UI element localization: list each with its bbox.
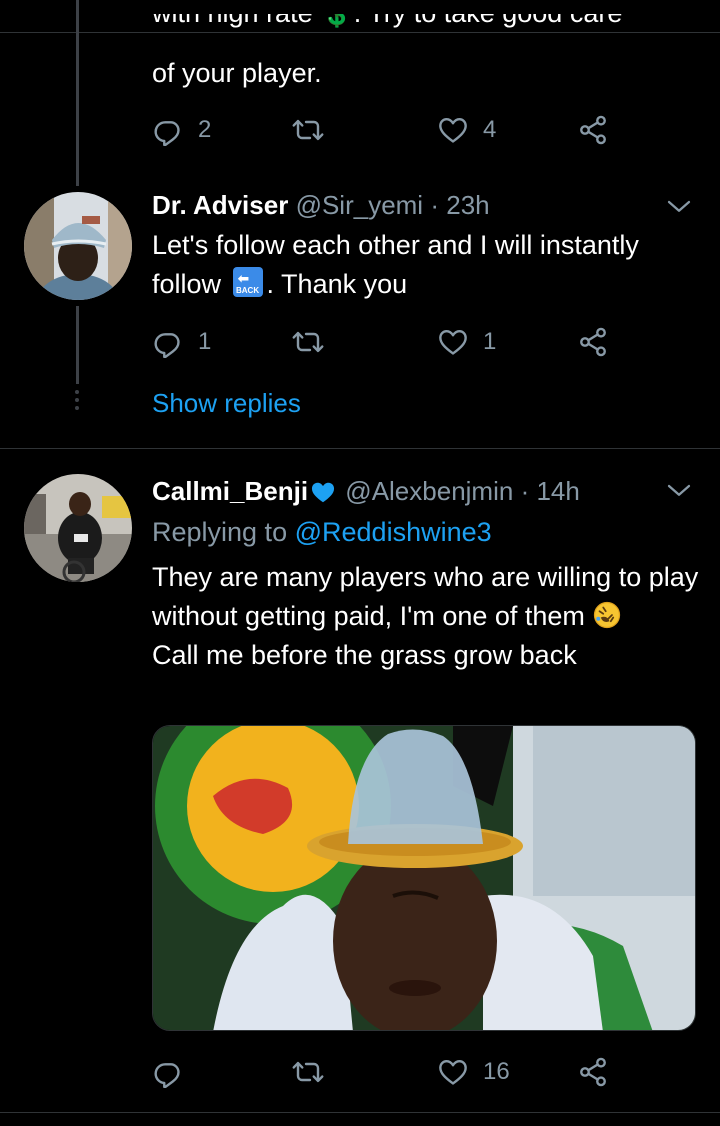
tweet1-text: of your player. — [152, 58, 322, 88]
chevron-down-icon[interactable] — [664, 192, 694, 222]
media-photo — [153, 726, 695, 1030]
share-button[interactable] — [577, 110, 609, 150]
blue-heart-icon — [312, 482, 335, 503]
chevron-down-icon[interactable] — [664, 476, 694, 506]
reply-button[interactable] — [152, 1052, 198, 1092]
avatar-dr-adviser[interactable] — [24, 192, 132, 300]
retweet-icon — [292, 1056, 324, 1088]
reply-count: 2 — [198, 116, 212, 143]
more-replies-dots-icon — [73, 390, 81, 414]
retweet-button[interactable] — [292, 1052, 324, 1092]
share-button[interactable] — [577, 322, 609, 362]
share-icon — [577, 114, 609, 146]
thread-line-top — [76, 0, 79, 186]
tweet3-text-p2: Call me before the grass grow back — [152, 640, 577, 670]
like-button[interactable]: 1 — [437, 322, 496, 362]
tweet1-actions: 2 4 — [152, 110, 622, 150]
show-replies-link[interactable]: Show replies — [152, 384, 702, 423]
tweet1-text-cut: with high rate 💲. Try to take good care — [152, 14, 692, 48]
heart-icon — [437, 326, 469, 358]
reply-icon — [152, 1056, 184, 1088]
display-name[interactable]: Dr. Adviser — [152, 190, 288, 220]
thread-line-bottom — [76, 306, 79, 384]
reply-button[interactable]: 1 — [152, 322, 211, 362]
tweet3-text: They are many players who are willing to… — [152, 558, 702, 675]
timestamp[interactable]: 14h — [536, 476, 579, 506]
retweet-button[interactable] — [292, 110, 324, 150]
retweet-icon — [292, 326, 324, 358]
tweet3-header: Callmi_Benji @Alexbenjmin · 14h — [152, 474, 580, 508]
timestamp[interactable]: 23h — [446, 190, 489, 220]
reply-count: 1 — [198, 328, 212, 355]
like-button[interactable]: 4 — [437, 110, 496, 150]
retweet-icon — [292, 114, 324, 146]
tweet2-actions: 1 1 — [152, 322, 622, 362]
rolling-laughing-emoji-icon — [594, 601, 621, 629]
tweet2-header: Dr. Adviser @Sir_yemi · 23h — [152, 188, 490, 222]
share-icon — [577, 326, 609, 358]
handle[interactable]: @Alexbenjmin — [345, 476, 513, 506]
reply-icon — [152, 326, 184, 358]
handle[interactable]: @Sir_yemi — [296, 190, 424, 220]
separator: · — [520, 476, 530, 506]
share-icon — [577, 1056, 609, 1088]
display-name[interactable]: Callmi_Benji — [152, 476, 308, 506]
avatar-image — [24, 192, 132, 300]
tweet2-text: Let's follow each other and I will insta… — [152, 226, 702, 304]
share-button[interactable] — [577, 1052, 609, 1092]
heart-icon — [437, 114, 469, 146]
replying-to: Replying to @Reddishwine3 — [152, 513, 702, 552]
like-count: 4 — [483, 116, 497, 143]
heart-icon — [437, 1056, 469, 1088]
reply-icon — [152, 114, 184, 146]
tweet2-text-after: . Thank you — [266, 269, 408, 299]
like-count: 1 — [483, 328, 497, 355]
tweet-divider — [0, 448, 720, 449]
reply-button[interactable]: 2 — [152, 110, 211, 150]
replying-handle-link[interactable]: @Reddishwine3 — [295, 517, 492, 547]
avatar-callmi-benji[interactable] — [24, 474, 132, 582]
back-arrow-emoji-icon: ⬅ BACK — [232, 267, 263, 297]
tweet-divider — [0, 1112, 720, 1113]
retweet-button[interactable] — [292, 322, 324, 362]
replying-prefix: Replying to — [152, 517, 288, 547]
tweet3-media-image[interactable] — [152, 725, 696, 1031]
avatar-image — [24, 474, 132, 582]
separator: · — [430, 190, 439, 220]
like-count: 16 — [483, 1058, 510, 1085]
tweet3-actions: 16 — [152, 1052, 622, 1092]
like-button[interactable]: 16 — [437, 1052, 510, 1092]
